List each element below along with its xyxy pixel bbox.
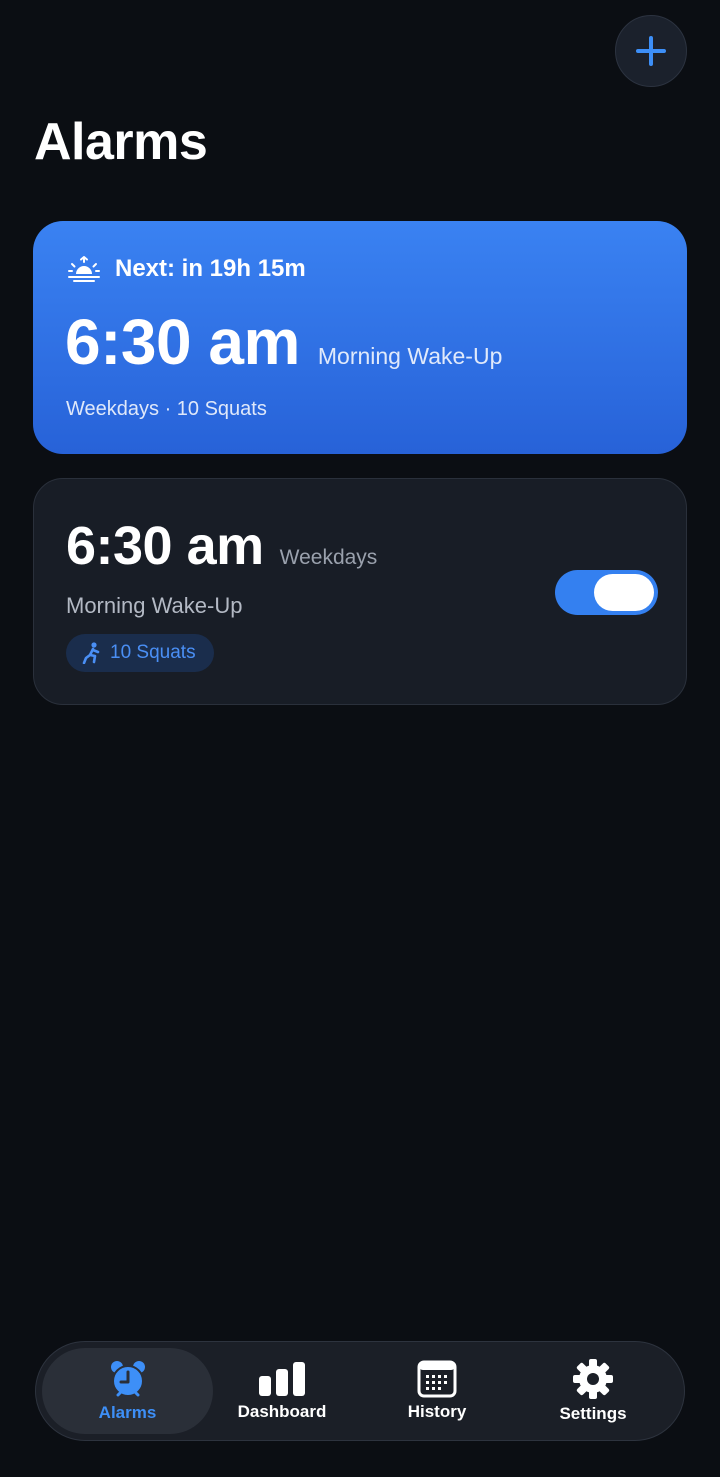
squat-figure-icon xyxy=(82,642,100,664)
alarms-screen: Alarms Next: in 19h 15m 6:30 am Morning … xyxy=(0,0,720,1477)
gear-icon xyxy=(573,1359,613,1399)
tab-settings[interactable]: Settings xyxy=(518,1348,668,1434)
sunrise-icon xyxy=(68,256,100,282)
alarm-card[interactable]: 6:30 am Weekdays Morning Wake-Up 10 Squa… xyxy=(33,478,687,705)
alarm-clock-icon xyxy=(110,1361,145,1397)
toggle-knob xyxy=(594,574,654,611)
next-alarm-name: Morning Wake-Up xyxy=(317,343,503,369)
calendar-icon xyxy=(417,1360,457,1398)
next-alarm-header: Next: in 19h 15m xyxy=(67,255,306,283)
tab-label-alarms: Alarms xyxy=(98,1403,157,1422)
tab-bar: Alarms Dashboard History Settings xyxy=(35,1341,685,1441)
alarm-time: 6:30 am xyxy=(66,516,264,576)
add-alarm-button[interactable] xyxy=(615,15,687,87)
next-alarm-card[interactable]: Next: in 19h 15m 6:30 am Morning Wake-Up… xyxy=(33,221,687,454)
next-alarm-countdown: Next: in 19h 15m xyxy=(115,255,306,282)
page-title: Alarms xyxy=(34,113,208,171)
alarm-name: Morning Wake-Up xyxy=(66,593,243,618)
plus-icon xyxy=(636,36,666,66)
bar-chart-icon xyxy=(259,1362,305,1396)
tab-dashboard[interactable]: Dashboard xyxy=(206,1348,358,1434)
tab-label-history: History xyxy=(407,1402,467,1421)
alarm-time-row: 6:30 am Weekdays xyxy=(66,515,377,577)
next-alarm-time-row: 6:30 am Morning Wake-Up xyxy=(65,305,502,379)
challenge-badge: 10 Squats xyxy=(66,634,214,672)
alarm-enabled-toggle[interactable] xyxy=(555,570,658,615)
challenge-label: 10 Squats xyxy=(110,642,196,663)
tab-label-settings: Settings xyxy=(559,1404,627,1423)
tab-alarms[interactable]: Alarms xyxy=(42,1348,213,1434)
tab-history[interactable]: History xyxy=(362,1348,512,1434)
next-alarm-time: 6:30 am xyxy=(65,306,300,378)
alarm-repeat: Weekdays xyxy=(279,546,378,569)
tab-label-dashboard: Dashboard xyxy=(237,1402,327,1421)
next-alarm-subtitle: Weekdays · 10 Squats xyxy=(66,398,267,420)
